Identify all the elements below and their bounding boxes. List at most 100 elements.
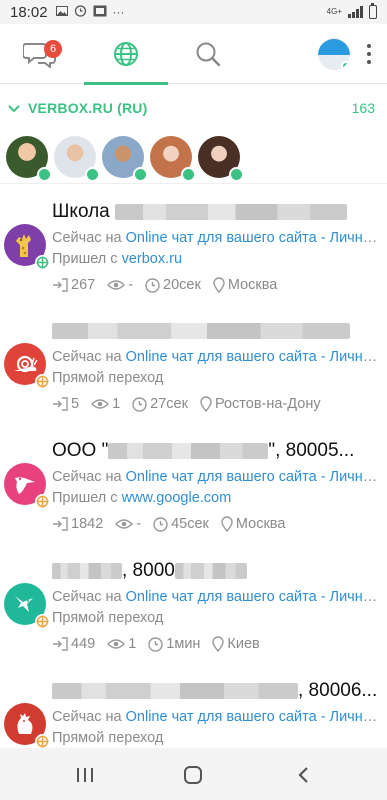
unread-badge: 6 (44, 40, 62, 58)
eye-icon (107, 639, 126, 649)
clock-icon (145, 277, 160, 293)
visitor-item[interactable]: Школа Сейчас на Online чат для вашего са… (0, 198, 387, 318)
visitor-item[interactable]: Сейчас на Online чат для вашего сайта - … (0, 317, 387, 437)
rooster-icon (4, 703, 50, 748)
current-page-link[interactable]: Online чат для вашего сайта - Личный каб… (126, 469, 382, 485)
snail-icon (4, 343, 50, 389)
location-pin-icon (212, 636, 225, 652)
time-on-site: 1мин (166, 636, 201, 652)
visitor-city: Москва (227, 277, 278, 293)
source-link[interactable]: www.google.com (122, 490, 232, 506)
current-page-line: Сейчас на Online чат для вашего сайта - … (52, 469, 382, 491)
system-navigation-bar (0, 748, 387, 800)
redacted-text (115, 204, 348, 220)
clock-icon (153, 516, 168, 532)
visits-icon (53, 637, 68, 651)
source-link[interactable]: verbox.ru (122, 251, 182, 267)
visitor-stats: 5 1 27сек Ростов-на-Дону (52, 393, 333, 415)
network-type: 4G+ (326, 7, 342, 16)
image-icon (55, 5, 68, 20)
online-status-dot (37, 167, 52, 182)
time-on-site: 45сек (171, 516, 209, 532)
current-page-link[interactable]: Online чат для вашего сайта - Личный каб… (126, 230, 382, 246)
recent-apps-button[interactable] (72, 762, 98, 788)
online-status-dot (341, 61, 350, 70)
views-count: - (128, 277, 134, 293)
visits-icon (53, 397, 68, 411)
tab-chats[interactable]: 6 (0, 24, 80, 84)
visitor-item[interactable]: , 8000 Сейчас на Online чат для вашего с… (0, 557, 387, 677)
location-pin-icon (200, 396, 212, 412)
overflow-menu-icon[interactable] (362, 40, 376, 68)
tab-visitors[interactable] (84, 24, 168, 85)
views-count: - (136, 516, 142, 532)
current-page-link[interactable]: Online чат для вашего сайта - Личный каб… (126, 709, 382, 725)
visitor-status-icon (35, 374, 50, 389)
visitor-name: , 80006... (52, 677, 382, 705)
visitor-count: 163 (351, 100, 375, 116)
operator-avatar[interactable] (102, 136, 148, 182)
operator-avatar[interactable] (198, 136, 244, 182)
source-line: Пришел с verbox.ru (52, 251, 183, 267)
eye-icon (115, 519, 134, 529)
source-line: Прямой переход (52, 610, 382, 632)
current-page-line: Сейчас на Online чат для вашего сайта - … (52, 589, 382, 611)
visits-count: 1842 (71, 516, 104, 532)
visitor-stats: 267 - 20сек Москва (52, 274, 289, 296)
redacted-text (174, 563, 247, 579)
eye-icon (107, 280, 126, 290)
visitor-item[interactable]: ООО " ", 80005... Сейчас на Online чат дл… (0, 437, 387, 557)
visits-icon (53, 278, 68, 292)
operator-avatar[interactable] (150, 136, 196, 182)
site-name: VERBOX.RU (RU) (28, 100, 148, 116)
visitor-status-icon (35, 255, 50, 270)
visitor-name: , 8000 (52, 557, 382, 585)
location-pin-icon (213, 277, 225, 293)
clock-icon (148, 636, 163, 652)
current-page-line: Сейчас на Online чат для вашего сайта - … (52, 349, 382, 371)
source-text: Прямой переход (52, 610, 164, 626)
clock-icon (132, 396, 147, 412)
current-page-line: Сейчас на Online чат для вашего сайта - … (52, 230, 382, 252)
alarm-icon (74, 4, 87, 20)
online-status-dot (229, 167, 244, 182)
views-count: 1 (112, 396, 121, 412)
operator-self-avatar[interactable] (318, 38, 350, 70)
visits-icon (53, 517, 68, 531)
visitor-status-icon (35, 734, 50, 748)
visitor-city: Киев (227, 636, 260, 652)
more-icon: ··· (112, 5, 125, 19)
site-group-header[interactable]: VERBOX.RU (RU) 163 (0, 95, 387, 121)
giraffe-icon (4, 224, 50, 270)
visits-count: 267 (71, 277, 96, 293)
redacted-text (52, 683, 298, 699)
chevron-down-icon (8, 100, 20, 116)
visitor-city: Ростов-на-Дону (214, 396, 321, 412)
back-button[interactable] (290, 762, 316, 788)
online-status-dot (133, 167, 148, 182)
globe-icon (114, 42, 138, 66)
visits-count: 5 (71, 396, 80, 412)
home-button[interactable] (180, 762, 206, 788)
tab-search[interactable] (168, 24, 248, 84)
online-status-dot (181, 167, 196, 182)
eye-icon (91, 399, 110, 409)
visitor-item[interactable]: , 80006... Сейчас на Online чат для ваше… (0, 677, 387, 748)
current-page-link[interactable]: Online чат для вашего сайта - Личный каб… (126, 349, 382, 365)
source-line: Прямой переход (52, 730, 382, 748)
visitor-city: Москва (235, 516, 286, 532)
location-pin-icon (221, 516, 233, 532)
pelican-icon (4, 463, 50, 509)
top-tab-bar: 6 (0, 24, 387, 85)
online-status-dot (85, 167, 100, 182)
operator-avatar[interactable] (6, 136, 52, 182)
status-bar: 18:02 ··· 4G+ (0, 0, 387, 24)
back-arrow-icon (298, 767, 308, 783)
visitor-name (52, 317, 382, 345)
search-icon (196, 42, 221, 67)
operator-avatar[interactable] (54, 136, 100, 182)
redacted-text (52, 323, 350, 339)
operators-row (0, 132, 387, 184)
source-text: Прямой переход (52, 370, 164, 386)
current-page-link[interactable]: Online чат для вашего сайта - Личный каб… (126, 589, 382, 605)
